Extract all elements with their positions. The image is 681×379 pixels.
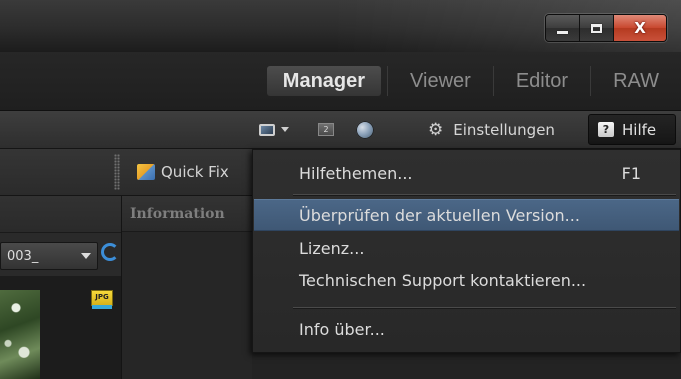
minimize-icon — [557, 30, 568, 34]
gear-icon: ⚙ — [428, 119, 444, 140]
drag-grip[interactable] — [114, 154, 120, 190]
settings-button[interactable]: ⚙ Einstellungen — [428, 111, 555, 148]
menu-item-contact-support[interactable]: Technischen Support kontaktieren... — [254, 265, 679, 297]
content-area — [252, 353, 681, 379]
tab-viewer[interactable]: Viewer — [387, 66, 493, 96]
file-dropdown[interactable]: 003_ — [0, 242, 98, 270]
tab-manager[interactable]: Manager — [266, 66, 382, 96]
image-thumbnail[interactable] — [0, 290, 40, 379]
menu-item-label: Info über... — [299, 320, 385, 339]
tab-editor[interactable]: Editor — [492, 66, 590, 96]
browser-panel-header — [0, 196, 121, 233]
maximize-icon — [591, 23, 602, 33]
close-button[interactable]: X — [614, 15, 666, 41]
display-mode-button[interactable] — [259, 111, 289, 148]
quickfix-label: Quick Fix — [161, 163, 229, 181]
help-button[interactable]: ? Hilfe — [588, 114, 676, 145]
menu-item-label: Technischen Support kontaktieren... — [299, 271, 587, 290]
help-icon: ? — [598, 122, 614, 137]
quickfix-icon — [137, 164, 155, 180]
globe-icon — [356, 120, 374, 139]
menu-separator — [293, 194, 676, 196]
menu-item-shortcut: F1 — [621, 164, 641, 183]
maximize-button[interactable] — [580, 15, 614, 41]
minimize-button[interactable] — [546, 15, 580, 41]
window-controls: X — [545, 14, 667, 42]
quickfix-button[interactable]: Quick Fix — [137, 149, 229, 195]
help-label: Hilfe — [622, 120, 657, 139]
tab-raw[interactable]: RAW — [590, 66, 681, 96]
menu-item-help-topics[interactable]: Hilfethemen... F1 — [254, 158, 679, 190]
toolbar — [0, 111, 681, 149]
help-menu: Hilfethemen... F1 Überprüfen der aktuell… — [252, 149, 681, 353]
settings-label: Einstellungen — [453, 120, 555, 139]
menu-item-label: Lizenz... — [299, 239, 365, 258]
menu-item-license[interactable]: Lizenz... — [254, 233, 679, 265]
online-button[interactable] — [356, 111, 374, 148]
jpg-badge-icon: JPG — [91, 290, 113, 306]
close-icon: X — [634, 19, 646, 37]
monitor-icon — [259, 123, 275, 136]
second-screen-button[interactable]: 2 — [318, 111, 334, 148]
file-dropdown-value: 003_ — [7, 248, 39, 264]
chevron-down-icon — [281, 127, 289, 132]
menu-item-about[interactable]: Info über... — [254, 314, 679, 346]
second-screen-icon: 2 — [318, 123, 334, 136]
menu-item-check-version[interactable]: Überprüfen der aktuellen Version... — [254, 199, 679, 231]
menu-separator — [293, 307, 676, 309]
mode-tabs: Manager Viewer Editor RAW — [266, 52, 681, 110]
menu-item-label: Hilfethemen... — [299, 164, 413, 183]
menu-item-label: Überprüfen der aktuellen Version... — [299, 206, 580, 225]
refresh-icon[interactable] — [101, 243, 119, 261]
chevron-down-icon — [81, 253, 91, 259]
information-panel-title: Information — [122, 196, 252, 232]
jpg-badge-stripe — [92, 305, 112, 309]
